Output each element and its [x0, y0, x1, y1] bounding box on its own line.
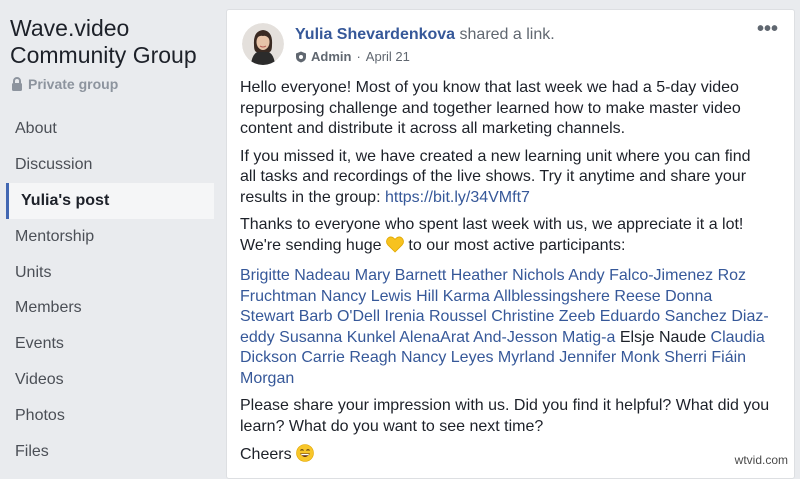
shield-badge-icon	[295, 51, 307, 63]
mention-link[interactable]: Christine Zeeb	[491, 308, 595, 325]
post-meta: Admin · April 21	[295, 49, 410, 64]
group-nav: About Discussion Yulia's post Mentorship…	[6, 111, 214, 470]
post-body: Hello everyone! Most of you know that la…	[240, 78, 770, 476]
privacy-status: Private group	[11, 76, 118, 92]
post-paragraph: Please share your impression with us. Di…	[240, 397, 770, 435]
closing-text: Cheers	[240, 446, 292, 463]
post-card: Yulia Shevardenkova shared a link. Admin…	[226, 9, 795, 479]
mention-link[interactable]: AlenaArat	[399, 329, 469, 346]
group-sidebar: Wave.video Community Group Private group…	[0, 0, 222, 473]
mention-link[interactable]: Nancy Leyes	[401, 349, 494, 366]
mention-link[interactable]: Heather Nichols	[451, 267, 565, 284]
mention-link[interactable]: Brigitte Nadeau	[240, 267, 350, 284]
mention-link[interactable]: Karma Allblessingshere	[443, 288, 610, 305]
mention-text: Elsje Naude	[619, 328, 707, 346]
sidebar-item-discussion[interactable]: Discussion	[6, 147, 214, 183]
mention-link[interactable]: Carrie Reagh	[301, 349, 396, 366]
meta-separator: ·	[356, 49, 361, 64]
mention-link[interactable]: And-Jesson Matig-a	[473, 329, 615, 346]
watermark: wtvid.com	[734, 453, 788, 467]
mention-link[interactable]: Mary Barnett	[355, 267, 447, 284]
grinning-face-icon	[296, 444, 314, 469]
mention-link[interactable]: Myrland	[498, 349, 555, 366]
yellow-heart-icon	[386, 236, 404, 260]
learning-unit-link[interactable]: https://bit.ly/34VMft7	[385, 189, 530, 206]
privacy-label: Private group	[28, 76, 119, 92]
post-header: Yulia Shevardenkova shared a link.	[295, 26, 555, 44]
sidebar-item-photos[interactable]: Photos	[6, 398, 214, 434]
more-options-button[interactable]: •••	[757, 19, 778, 39]
mention-link[interactable]: Nancy Lewis Hill	[321, 288, 438, 305]
sidebar-item-members[interactable]: Members	[6, 290, 214, 326]
mention-link[interactable]: Andy Falco-Jimenez	[568, 267, 713, 284]
post-closing: Cheers	[240, 444, 770, 469]
sidebar-item-about[interactable]: About	[6, 111, 214, 147]
post-paragraph: If you missed it, we have created a new …	[240, 147, 770, 209]
post-paragraph: Hello everyone! Most of you know that la…	[240, 79, 741, 137]
sidebar-item-units[interactable]: Units	[6, 255, 214, 291]
paragraph-text: to our most active participants:	[403, 236, 626, 254]
mentions-list: Brigitte Nadeau Mary Barnett Heather Nic…	[240, 266, 770, 389]
mention-link[interactable]: Jennifer Monk	[559, 349, 660, 366]
sidebar-item-videos[interactable]: Videos	[6, 362, 214, 398]
author-avatar[interactable]	[242, 23, 284, 65]
post-date[interactable]: April 21	[366, 49, 410, 64]
sidebar-item-events[interactable]: Events	[6, 326, 214, 362]
sidebar-item-files[interactable]: Files	[6, 434, 214, 470]
group-title[interactable]: Wave.video Community Group	[10, 15, 215, 69]
sidebar-item-mentorship[interactable]: Mentorship	[6, 219, 214, 255]
mention-link[interactable]: Barb O'Dell	[299, 308, 380, 325]
post-paragraph: Thanks to everyone who spent last week w…	[240, 215, 770, 259]
lock-icon	[11, 77, 23, 91]
mention-link[interactable]: Irenia Roussel	[384, 308, 486, 325]
admin-role-label: Admin	[311, 49, 352, 64]
author-name[interactable]: Yulia Shevardenkova	[295, 26, 455, 43]
post-action-text: shared a link.	[459, 26, 555, 43]
sidebar-item-yulias-post[interactable]: Yulia's post	[6, 182, 214, 219]
mention-link[interactable]: Eduardo Sanchez	[600, 308, 727, 325]
